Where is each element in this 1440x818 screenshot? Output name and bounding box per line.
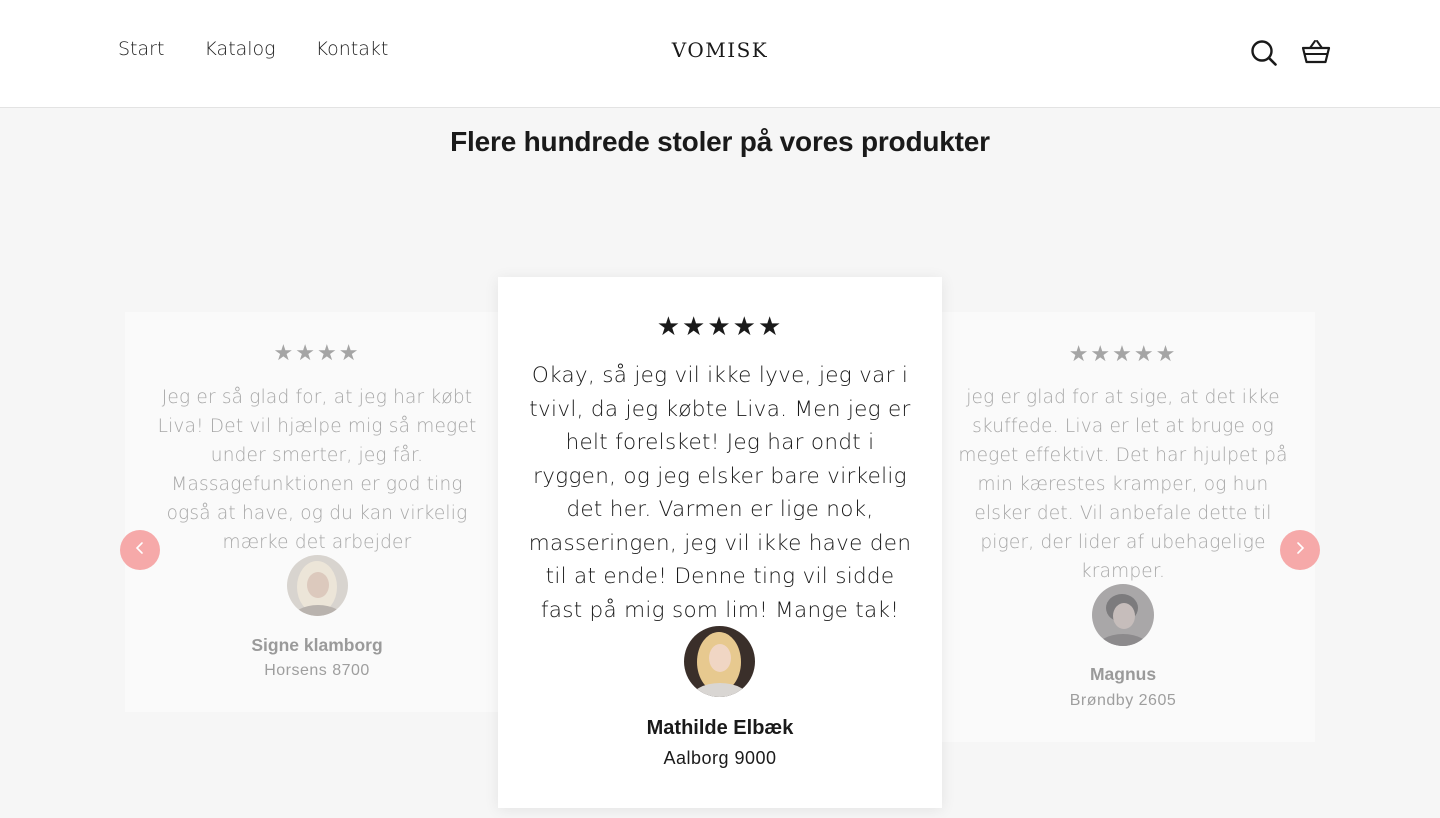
reviewer-city: Brøndby 2605 xyxy=(1069,692,1177,709)
basket-icon[interactable] xyxy=(1300,36,1332,68)
review-card-center: ★★★★★ Okay, så jeg vil ikke lyve, jeg va… xyxy=(498,277,942,808)
nav-link-katalog[interactable]: Katalog xyxy=(204,38,275,60)
review-quote: Okay, så jeg vil ikke lyve, jeg var i tv… xyxy=(528,363,912,623)
section-title: Flere hundrede stoler på vores produkter xyxy=(450,126,990,157)
carousel-next-button[interactable] xyxy=(1280,530,1320,570)
reviewer-avatar xyxy=(287,555,348,616)
reviewer-avatar xyxy=(684,626,755,697)
star-rating: ★★★★ xyxy=(273,340,361,365)
reviewer-avatar xyxy=(1092,584,1154,646)
chevron-right-icon xyxy=(1294,541,1306,560)
review-card-left: ★★★★ Jeg er så glad for, at jeg har købt… xyxy=(125,312,509,712)
carousel-prev-button[interactable] xyxy=(120,530,160,570)
nav-link-start[interactable]: Start xyxy=(118,38,164,60)
star-rating: ★★★★★ xyxy=(1068,341,1178,366)
site-header: Start Katalog Kontakt VOMISK xyxy=(0,0,1440,108)
review-card-right: ★★★★★ jeg er glad for at sige, at det ik… xyxy=(931,312,1315,742)
star-rating: ★★★★★ xyxy=(656,311,784,341)
site-logo[interactable]: VOMISK xyxy=(620,38,820,62)
search-icon[interactable] xyxy=(1248,36,1280,68)
review-quote: Jeg er så glad for, at jeg har købt Liva… xyxy=(157,387,477,553)
reviewer-name: Mathilde Elbæk xyxy=(646,717,794,739)
main-nav: Start Katalog Kontakt xyxy=(118,38,388,60)
reviewer-city: Horsens 8700 xyxy=(264,662,370,679)
review-quote: jeg er glad for at sige, at det ikke sku… xyxy=(958,387,1288,582)
chevron-left-icon xyxy=(134,541,146,560)
reviewer-name: Signe klamborg xyxy=(251,635,383,655)
reviewer-city: Aalborg 9000 xyxy=(663,748,777,768)
nav-link-kontakt[interactable]: Kontakt xyxy=(316,38,389,60)
reviewer-name: Magnus xyxy=(1089,664,1157,684)
